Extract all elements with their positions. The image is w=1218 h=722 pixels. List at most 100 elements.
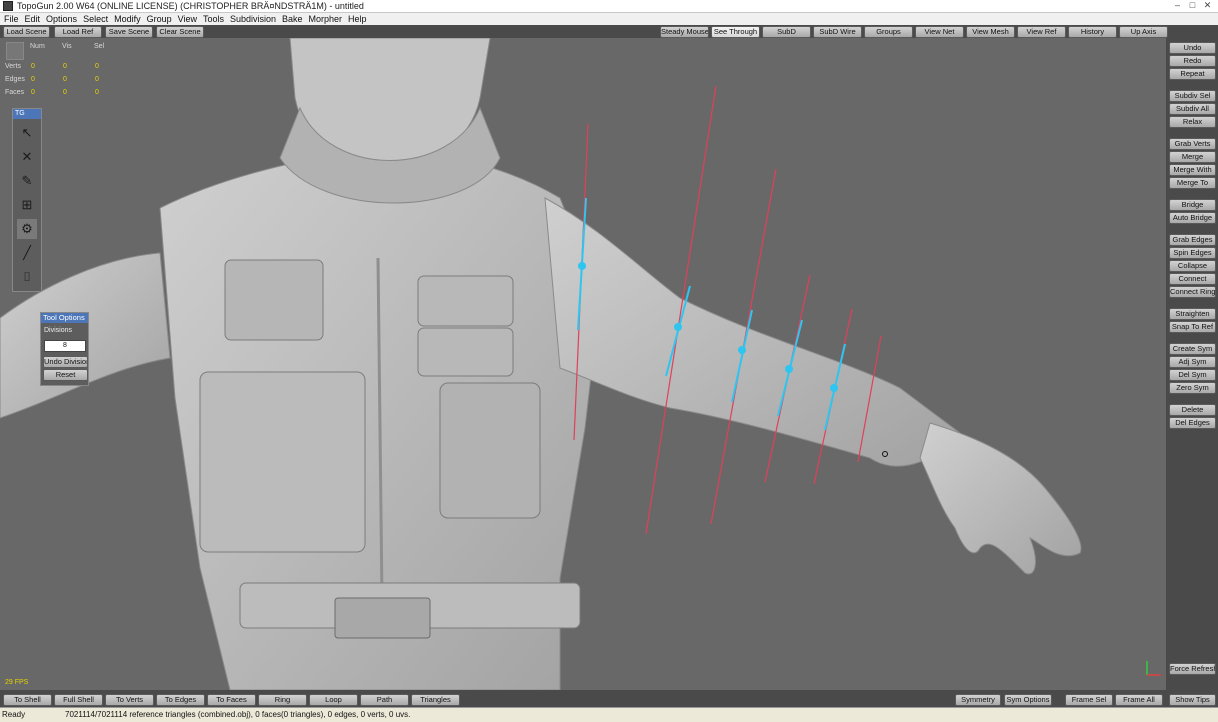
to-edges-button[interactable]: To Edges (156, 694, 205, 706)
stats-value: 0 (95, 63, 99, 70)
view-mesh-button[interactable]: View Mesh (966, 26, 1015, 38)
sym-options-button[interactable]: Sym Options (1004, 694, 1052, 706)
merge-button[interactable]: Merge (1169, 151, 1216, 163)
window-controls: – □ ✕ (1171, 0, 1214, 10)
see-through-button[interactable]: See Through (711, 26, 760, 38)
menu-morpher[interactable]: Morpher (306, 13, 346, 25)
save-scene-button[interactable]: Save Scene (105, 26, 153, 38)
relax-button[interactable]: Relax (1169, 116, 1216, 128)
merge-to-button[interactable]: Merge To (1169, 177, 1216, 189)
menu-subdivision[interactable]: Subdivision (227, 13, 279, 25)
menu-tools[interactable]: Tools (200, 13, 227, 25)
subd-button[interactable]: SubD (762, 26, 811, 38)
menu-modify[interactable]: Modify (111, 13, 144, 25)
draw-tool-icon[interactable]: ✎ (17, 171, 37, 191)
symmetry-button[interactable]: Symmetry (955, 694, 1001, 706)
view-net-button[interactable]: View Net (915, 26, 964, 38)
stats-value: 0 (31, 89, 35, 96)
menu-file[interactable]: File (0, 13, 22, 25)
stats-header-num: Num (30, 43, 45, 50)
show-tips-button[interactable]: Show Tips (1169, 694, 1216, 706)
del-sym-button[interactable]: Del Sym (1169, 369, 1216, 381)
groups-button[interactable]: Groups (864, 26, 913, 38)
reset-button[interactable]: Reset (43, 369, 88, 381)
undo-button[interactable]: Undo (1169, 42, 1216, 54)
right-command-panel: Undo Redo Repeat Subdiv Sel Subdiv All R… (1166, 38, 1218, 690)
bridge-tool-icon[interactable]: ⊞ (17, 195, 37, 215)
stats-overlay: Num Vis Sel Verts 0 0 0 Edges 0 0 0 Face… (3, 40, 111, 102)
view-gizmo-icon[interactable] (6, 42, 24, 60)
viewport-3d[interactable]: Num Vis Sel Verts 0 0 0 Edges 0 0 0 Face… (0, 38, 1166, 690)
up-axis-button[interactable]: Up Axis (1119, 26, 1168, 38)
tool-options-title: Tool Options (41, 313, 88, 323)
extrude-tool-icon[interactable]: ⌷ (17, 267, 37, 287)
stats-label-faces: Faces (5, 89, 25, 96)
minimize-icon[interactable]: – (1171, 0, 1184, 10)
select-tool-icon[interactable]: ↖ (17, 123, 37, 143)
collapse-button[interactable]: Collapse (1169, 260, 1216, 272)
full-shell-button[interactable]: Full Shell (54, 694, 103, 706)
subdiv-sel-button[interactable]: Subdiv Sel (1169, 90, 1216, 102)
stats-value: 0 (63, 76, 67, 83)
axis-gizmo-icon (1146, 661, 1161, 676)
status-message: 7021114/7021114 reference triangles (com… (65, 710, 411, 719)
tubes-tool-icon[interactable]: ⚙ (17, 219, 37, 239)
menu-bar: File Edit Options Select Modify Group View Tool… (0, 13, 1218, 25)
to-verts-button[interactable]: To Verts (105, 694, 154, 706)
menu-select[interactable]: Select (80, 13, 111, 25)
status-state: Ready (2, 710, 26, 719)
undo-division-button[interactable]: Undo Division (43, 356, 88, 368)
menu-view[interactable]: View (175, 13, 200, 25)
straighten-button[interactable]: Straighten (1169, 308, 1216, 320)
adj-sym-button[interactable]: Adj Sym (1169, 356, 1216, 368)
to-faces-button[interactable]: To Faces (207, 694, 256, 706)
delete-tool-icon[interactable]: ✕ (17, 147, 37, 167)
merge-with-button[interactable]: Merge With (1169, 164, 1216, 176)
repeat-button[interactable]: Repeat (1169, 68, 1216, 80)
clear-scene-button[interactable]: Clear Scene (156, 26, 204, 38)
redo-button[interactable]: Redo (1169, 55, 1216, 67)
menu-bake[interactable]: Bake (279, 13, 306, 25)
path-button[interactable]: Path (360, 694, 409, 706)
subdiv-all-button[interactable]: Subdiv All (1169, 103, 1216, 115)
menu-help[interactable]: Help (345, 13, 370, 25)
zero-sym-button[interactable]: Zero Sym (1169, 382, 1216, 394)
triangles-button[interactable]: Triangles (411, 694, 460, 706)
holster (439, 382, 541, 519)
bottom-toolbar: To Shell Full Shell To Verts To Edges To… (0, 690, 1218, 707)
del-edges-button[interactable]: Del Edges (1169, 417, 1216, 429)
close-icon[interactable]: ✕ (1201, 0, 1214, 10)
delete-button[interactable]: Delete (1169, 404, 1216, 416)
steady-mouse-button[interactable]: Steady Mouse (660, 26, 709, 38)
brush-tool-icon[interactable]: ╱ (17, 243, 37, 263)
connect-ring-button[interactable]: Connect Ring (1169, 286, 1216, 298)
frame-all-button[interactable]: Frame All (1115, 694, 1163, 706)
load-ref-button[interactable]: Load Ref (54, 26, 102, 38)
frame-sel-button[interactable]: Frame Sel (1065, 694, 1113, 706)
snap-to-ref-button[interactable]: Snap To Ref (1169, 321, 1216, 333)
toolbox-panel: TG ↖ ✕ ✎ ⊞ ⚙ ╱ ⌷ (12, 108, 42, 292)
loop-button[interactable]: Loop (309, 694, 358, 706)
bridge-button[interactable]: Bridge (1169, 199, 1216, 211)
spin-edges-button[interactable]: Spin Edges (1169, 247, 1216, 259)
auto-bridge-button[interactable]: Auto Bridge (1169, 212, 1216, 224)
force-refresh-button[interactable]: Force Refresh (1169, 663, 1216, 675)
view-ref-button[interactable]: View Ref (1017, 26, 1066, 38)
create-sym-button[interactable]: Create Sym (1169, 343, 1216, 355)
subd-wire-button[interactable]: SubD Wire (813, 26, 862, 38)
divisions-stepper[interactable]: 8 (44, 340, 86, 352)
grab-edges-button[interactable]: Grab Edges (1169, 234, 1216, 246)
load-scene-button[interactable]: Load Scene (3, 26, 50, 38)
menu-options[interactable]: Options (43, 13, 80, 25)
ring-button[interactable]: Ring (258, 694, 307, 706)
history-button[interactable]: History (1068, 26, 1117, 38)
to-shell-button[interactable]: To Shell (3, 694, 52, 706)
maximize-icon[interactable]: □ (1186, 0, 1199, 10)
title-bar: TopoGun 2.00 W64 (ONLINE LICENSE) (CHRIS… (0, 0, 1218, 13)
grab-verts-button[interactable]: Grab Verts (1169, 138, 1216, 150)
connect-button[interactable]: Connect (1169, 273, 1216, 285)
menu-group[interactable]: Group (144, 13, 175, 25)
menu-edit[interactable]: Edit (22, 13, 44, 25)
hand-mesh (919, 422, 1082, 575)
stats-value: 0 (63, 63, 67, 70)
